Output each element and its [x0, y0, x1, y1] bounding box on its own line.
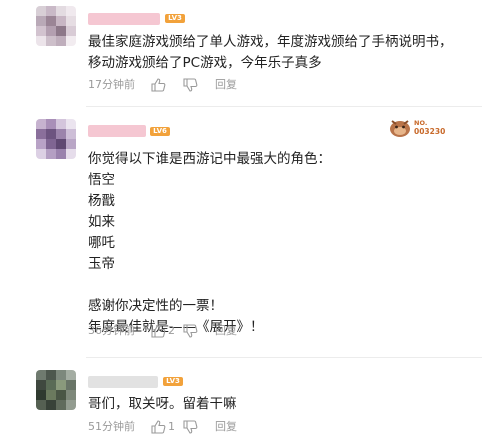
username[interactable] — [88, 125, 146, 137]
reply-button[interactable]: 回复 — [215, 78, 237, 92]
reply-button[interactable]: 回复 — [215, 324, 237, 338]
comment-text: 最佳家庭游戏颁给了单人游戏，年度游戏颁给了手柄说明书， 移动游戏颁给了PC游戏，… — [88, 34, 453, 71]
username[interactable] — [88, 13, 160, 25]
reply-button[interactable]: 回复 — [215, 420, 237, 434]
comment-3: LV3 哥们，取关呀。留着干嘛 51分钟前 1 回复 — [0, 358, 500, 440]
level-badge: LV3 — [163, 377, 183, 386]
comment-text: 哥们，取关呀。留着干嘛 — [88, 396, 237, 412]
level-badge: LV3 — [165, 14, 185, 23]
timestamp: 17分钟前 — [88, 78, 135, 91]
timestamp: 51分钟前 — [88, 420, 135, 433]
thumbs-down-icon[interactable] — [182, 420, 198, 434]
avatar[interactable] — [36, 370, 76, 410]
thumbs-up-icon[interactable] — [150, 78, 166, 92]
comment-meta: 17分钟前 回复 — [88, 78, 288, 92]
mascot-icon — [390, 120, 410, 137]
badge-no: NO. — [414, 119, 427, 127]
thumbs-up-icon[interactable] — [150, 324, 166, 338]
thumbs-up-icon[interactable] — [150, 420, 166, 434]
level-badge: LV6 — [150, 127, 170, 136]
like-count: 2 — [168, 324, 175, 337]
comment-1: LV3 最佳家庭游戏颁给了单人游戏，年度游戏颁给了手柄说明书， 移动游戏颁给了P… — [0, 0, 500, 105]
fan-badge: NO. 003230 — [390, 119, 445, 137]
thumbs-down-icon[interactable] — [182, 324, 198, 338]
username[interactable] — [88, 376, 158, 388]
comment-meta: 36分钟前 2 回复 — [88, 324, 288, 338]
badge-number: 003230 — [414, 127, 445, 136]
like-count: 1 — [168, 420, 175, 433]
timestamp: 36分钟前 — [88, 324, 135, 337]
comment-meta: 51分钟前 1 回复 — [88, 420, 288, 434]
avatar[interactable] — [36, 119, 76, 159]
comment-2: LV6 你觉得以下谁是西游记中最强大的角色： 悟空 杨戬 如来 哪吒 玉帝 感谢… — [0, 107, 500, 362]
thumbs-down-icon[interactable] — [182, 78, 198, 92]
comment-text: 你觉得以下谁是西游记中最强大的角色： 悟空 杨戬 如来 哪吒 玉帝 感谢你决定性… — [88, 151, 331, 335]
avatar[interactable] — [36, 6, 76, 46]
